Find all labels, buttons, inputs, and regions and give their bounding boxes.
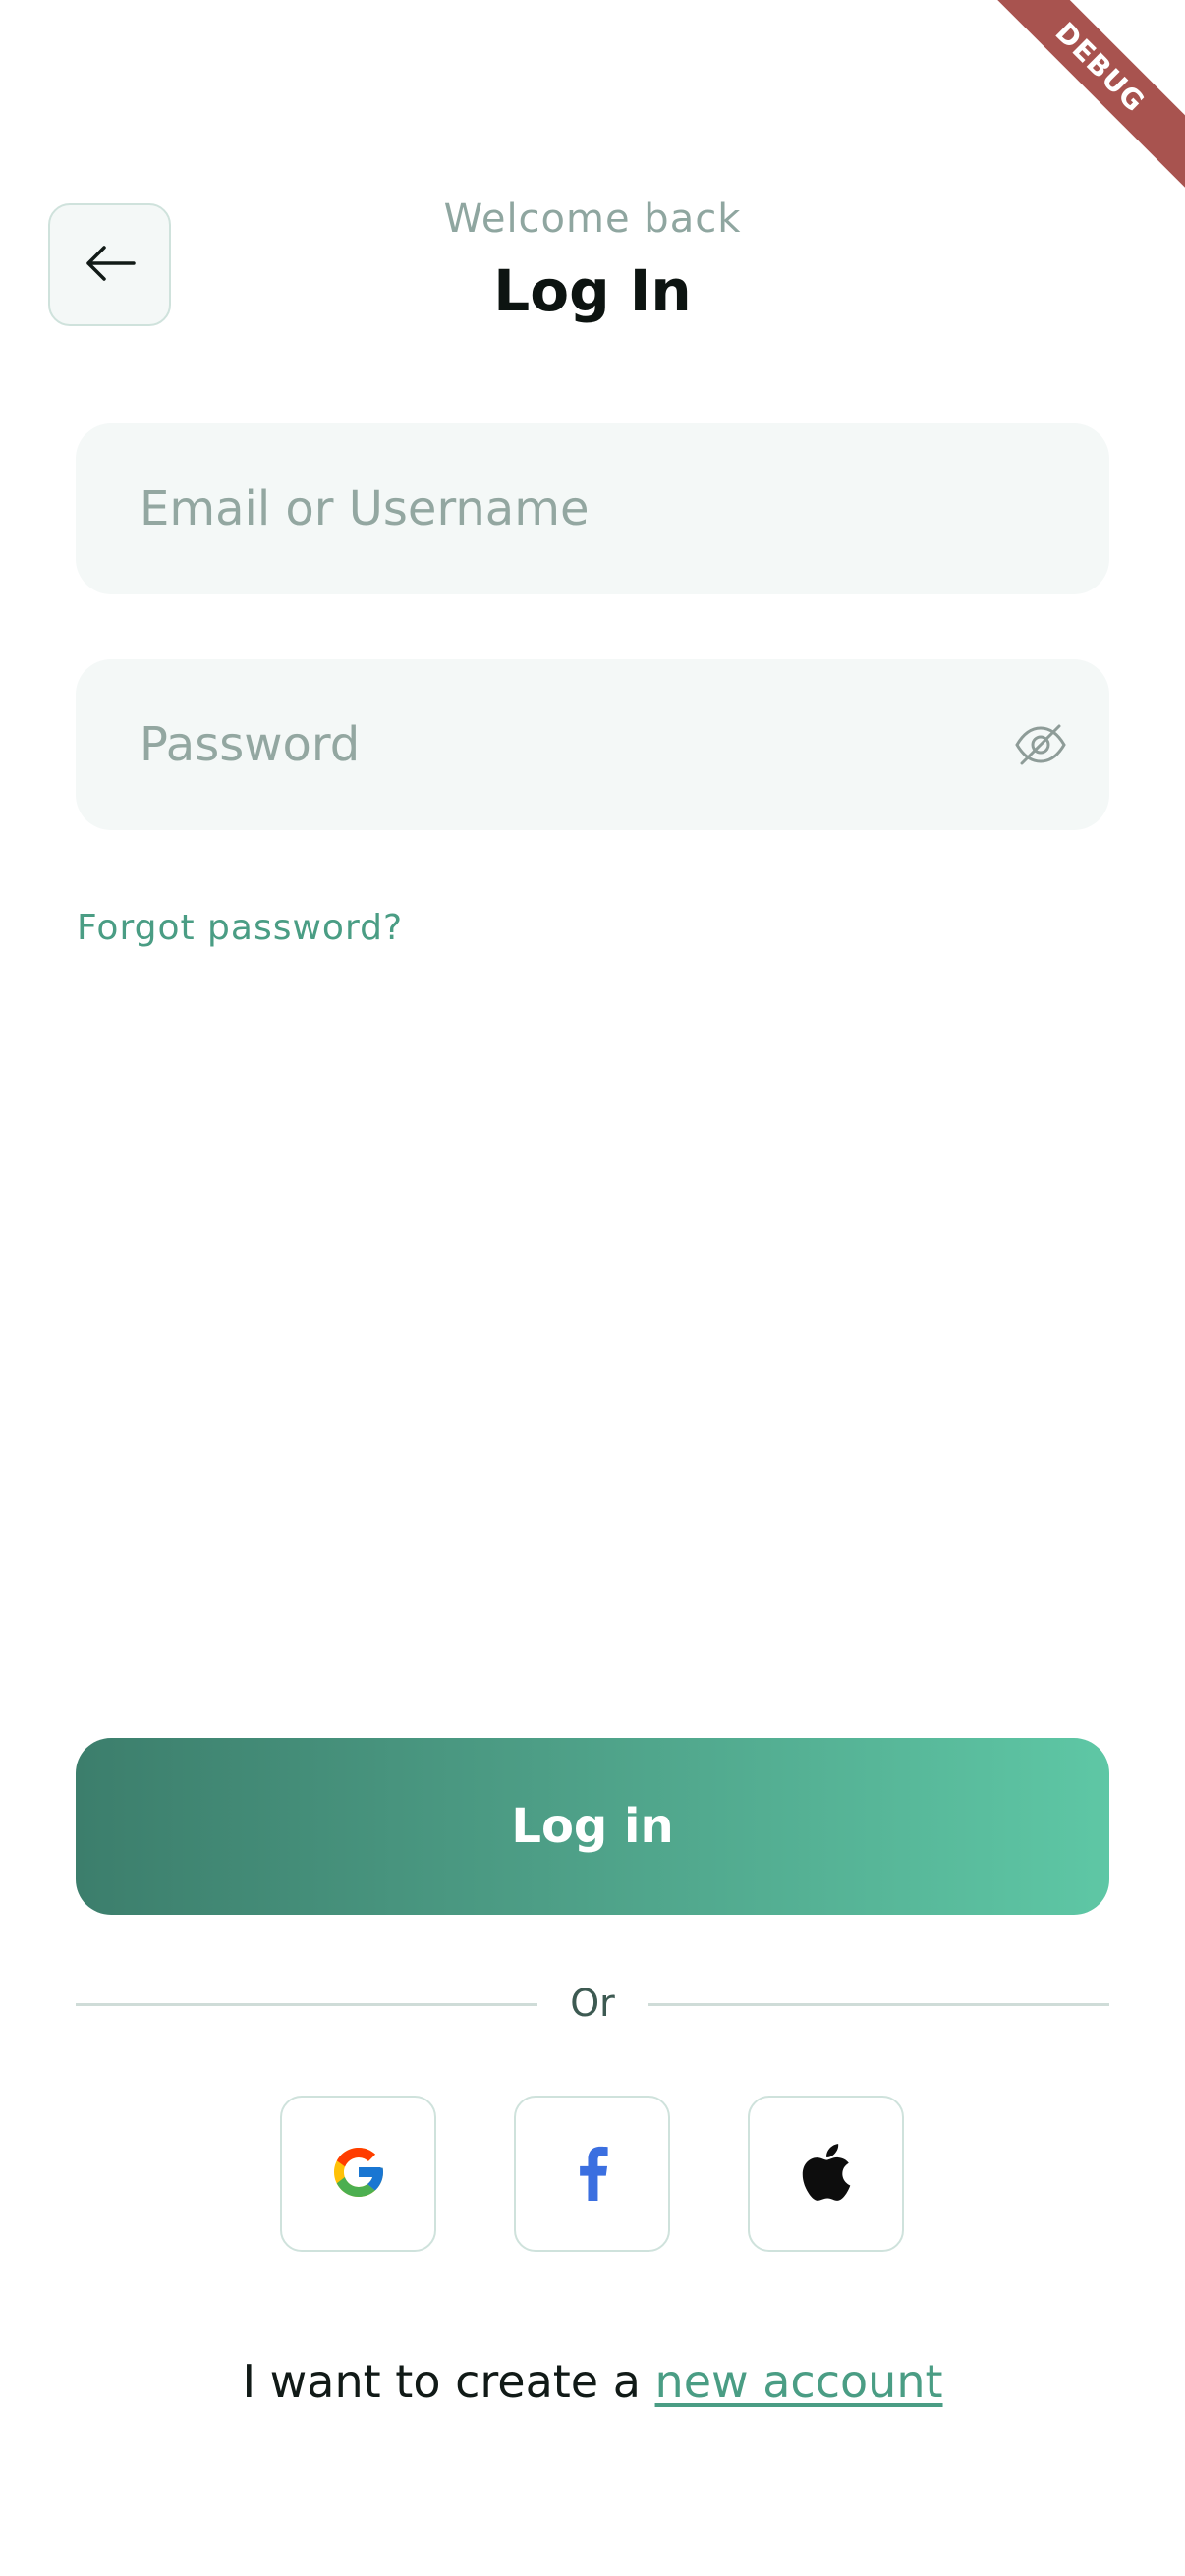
debug-banner: DEBUG	[988, 0, 1185, 196]
login-button[interactable]: Log in	[76, 1738, 1109, 1915]
or-divider: Or	[76, 1980, 1109, 2029]
apple-icon	[798, 2140, 855, 2209]
debug-label: DEBUG	[988, 0, 1185, 190]
google-login-button[interactable]	[280, 2096, 436, 2252]
email-field-container	[76, 423, 1109, 594]
forgot-password-link[interactable]: Forgot password?	[77, 908, 403, 948]
email-input[interactable]	[138, 480, 1070, 537]
create-account-row: I want to create a new account	[0, 2355, 1185, 2408]
create-account-prefix: I want to create a	[242, 2355, 655, 2408]
eye-off-icon[interactable]	[1011, 715, 1070, 774]
password-field-container	[76, 659, 1109, 830]
password-input[interactable]	[138, 716, 1011, 773]
new-account-link[interactable]: new account	[655, 2355, 943, 2408]
page-title: Log In	[493, 257, 692, 324]
welcome-subtitle: Welcome back	[443, 196, 742, 242]
divider-line-right	[648, 2003, 1109, 2006]
facebook-icon	[573, 2144, 612, 2205]
apple-login-button[interactable]	[748, 2096, 904, 2252]
login-screen: DEBUG Welcome back Log In Forgot passwor…	[0, 0, 1185, 2576]
login-button-label: Log in	[511, 1799, 674, 1854]
google-icon	[329, 2143, 388, 2206]
facebook-login-button[interactable]	[514, 2096, 670, 2252]
